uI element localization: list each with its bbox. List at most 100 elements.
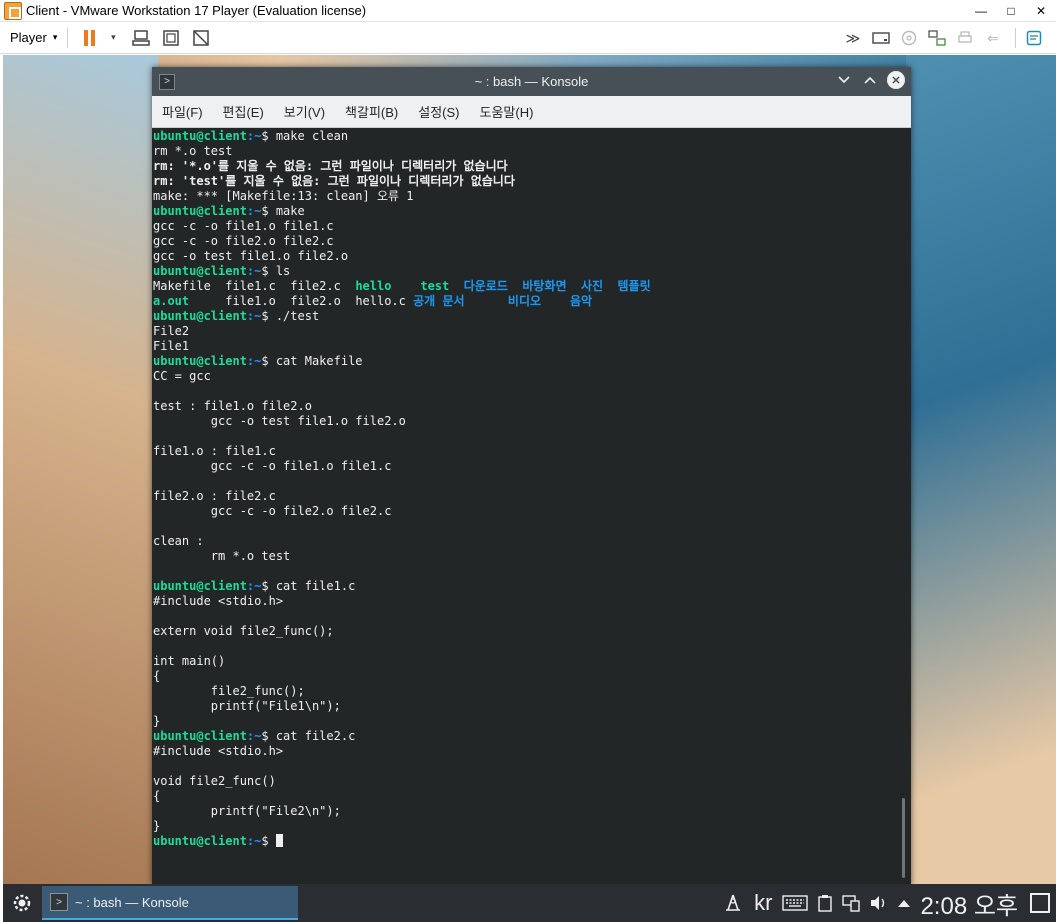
ls-row: a.out file1.o file2.o hello.c 공개 문서 비디오 …	[153, 294, 910, 309]
show-desktop-button[interactable]	[1030, 893, 1050, 913]
terminal-line: file1.o : file1.c	[153, 444, 276, 458]
terminal-line: int main()	[153, 654, 226, 668]
player-menu-label: Player	[10, 30, 47, 45]
network-manager-icon[interactable]	[722, 892, 744, 914]
hdd-icon[interactable]	[869, 27, 893, 49]
terminal-line: ubuntu@client:~$ make	[153, 204, 910, 219]
host-minimize-button[interactable]: —	[966, 0, 996, 22]
prompt-sign: $	[261, 834, 276, 848]
terminal-line: printf("File1\n");	[153, 699, 341, 713]
close-icon[interactable]: ✕	[887, 71, 905, 89]
ls-entry-file: file1.o	[225, 294, 276, 308]
vmware-app-icon	[4, 1, 22, 20]
terminal-scrollbar[interactable]	[902, 798, 905, 878]
terminal-line: ubuntu@client:~$ make clean	[153, 129, 910, 144]
terminal-line: #include <stdio.h>	[153, 744, 284, 758]
input-language-indicator[interactable]: kr	[754, 890, 772, 916]
ls-entry-file: Makefile	[153, 279, 211, 293]
keyboard-icon[interactable]	[782, 895, 809, 911]
ls-row: Makefile file1.c file2.c hello test 다운로드…	[153, 279, 910, 294]
ls-entry-dir: 비디오	[507, 294, 542, 308]
host-maximize-button[interactable]: □	[996, 0, 1026, 22]
toolbar-device-icons: ≫ ⇐	[841, 22, 1050, 54]
prompt-user: ubuntu@client	[153, 264, 247, 278]
terminal-line: gcc -c -o file1.o file1.c	[153, 219, 334, 233]
taskbar-task-konsole[interactable]: > ~ : bash — Konsole	[42, 886, 298, 920]
terminal-line: extern void file2_func();	[153, 624, 334, 638]
prompt-sign: $	[261, 264, 276, 278]
usb-icon[interactable]: ⇐	[981, 27, 1005, 49]
terminal-line: ubuntu@client:~$ cat file1.c	[153, 579, 910, 594]
terminal-line: rm: '*.o'를 지울 수 없음: 그런 파일이나 디렉터리가 없습니다	[153, 159, 508, 173]
printer-icon[interactable]	[953, 27, 977, 49]
menu-view[interactable]: 보기(V)	[278, 102, 331, 121]
prompt-user: ubuntu@client	[153, 729, 247, 743]
host-window-title: Client - VMware Workstation 17 Player (E…	[26, 3, 367, 18]
toolbar-divider	[1015, 28, 1016, 48]
terminal-line: File1	[153, 339, 190, 353]
notes-icon[interactable]	[1022, 27, 1046, 49]
player-menu[interactable]: Player ▾	[10, 30, 57, 45]
fit-guest-button[interactable]	[160, 27, 182, 49]
ls-entry-file: file2.o	[290, 294, 341, 308]
send-cad-button[interactable]	[130, 27, 152, 49]
terminal-line: ubuntu@client:~$ ls	[153, 264, 910, 279]
expand-tray-icon[interactable]	[898, 899, 911, 907]
terminal-line: clean :	[153, 534, 204, 548]
unity-button[interactable]	[190, 27, 212, 49]
prompt-user: ubuntu@client	[153, 309, 247, 323]
maximize-chevron-icon[interactable]	[861, 71, 879, 89]
command-text: make	[275, 204, 305, 218]
menu-file[interactable]: 파일(F)	[156, 102, 209, 121]
ls-entry-exe: a.out	[153, 294, 190, 308]
ls-entry-dir: 템플릿	[617, 279, 651, 293]
application-launcher[interactable]	[3, 884, 41, 922]
konsole-titlebar[interactable]: > ~ : bash — Konsole ✕	[152, 67, 911, 96]
fit-guest-icon	[163, 29, 180, 46]
menu-edit[interactable]: 편집(E)	[217, 102, 270, 121]
cd-icon[interactable]	[897, 27, 921, 49]
volume-icon[interactable]	[870, 895, 888, 911]
pause-options-chevron-icon[interactable]: ▾	[108, 27, 118, 49]
display-icon[interactable]	[842, 894, 861, 912]
terminal-line: #include <stdio.h>	[153, 594, 284, 608]
command-text: make clean	[275, 129, 349, 143]
network-icon[interactable]	[925, 27, 949, 49]
prompt-sign: $	[261, 204, 276, 218]
menu-help[interactable]: 도움말(H)	[474, 102, 540, 121]
terminal-line: gcc -c -o file2.o file2.c	[153, 234, 334, 248]
host-window-controls: — □ ✕	[966, 0, 1056, 22]
wallpaper-right	[906, 55, 1056, 885]
terminal-line: rm *.o test	[153, 549, 291, 563]
prompt-sign: $	[261, 579, 276, 593]
konsole-title: ~ : bash — Konsole	[474, 74, 589, 89]
host-close-button[interactable]: ✕	[1026, 0, 1056, 22]
command-text: ls	[275, 264, 291, 278]
terminal-output[interactable]: ubuntu@client:~$ make clean rm *.o test …	[152, 128, 911, 885]
more-chevron-icon[interactable]: ≫	[841, 27, 865, 49]
konsole-window: > ~ : bash — Konsole ✕ 파일(F) 편집(E) 보기(V)…	[152, 67, 911, 885]
menu-bookmarks[interactable]: 책갈피(B)	[339, 102, 404, 121]
terminal-line: void file2_func()	[153, 774, 276, 788]
menu-settings[interactable]: 설정(S)	[412, 102, 465, 121]
chevron-down-icon: ▾	[52, 32, 58, 42]
terminal-line: file2_func();	[153, 684, 305, 698]
prompt-user: ubuntu@client	[153, 129, 247, 143]
clipboard-icon[interactable]	[818, 894, 833, 912]
terminal-line: rm: 'test'를 지울 수 없음: 그런 파일이나 디렉터리가 없습니다	[153, 174, 515, 188]
clock[interactable]: 2:08 오후	[920, 886, 1018, 921]
pause-button[interactable]	[78, 27, 100, 49]
command-text: cat Makefile	[275, 354, 363, 368]
terminal-line: gcc -o test file1.o file2.o	[153, 249, 349, 263]
ls-entry-file: file2.c	[290, 279, 341, 293]
terminal-line: ubuntu@client:~$ ./test	[153, 309, 910, 324]
ls-entry-exe: test	[420, 279, 450, 293]
minimize-chevron-icon[interactable]	[835, 71, 853, 89]
terminal-line: rm *.o test	[153, 144, 233, 158]
prompt-path: :~	[246, 309, 262, 323]
